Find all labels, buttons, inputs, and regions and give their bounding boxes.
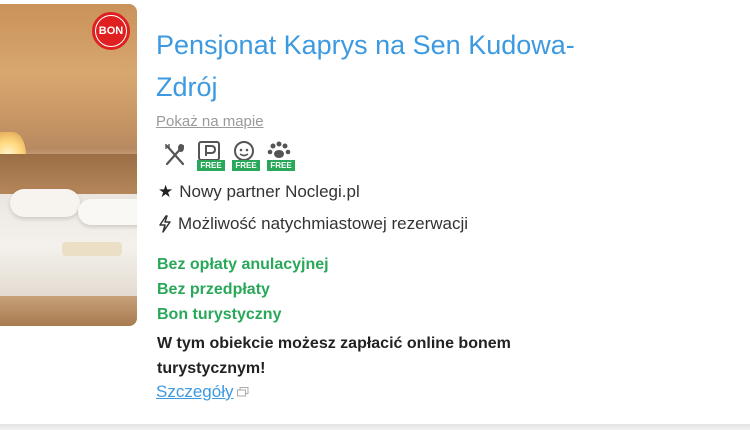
listing-title[interactable]: Pensjonat Kaprys na Sen Kudowa-Zdrój [156,24,616,108]
amenities-list: FREE FREE FREE [160,140,295,171]
details-link[interactable]: Szczegóły [156,382,233,402]
show-on-map-link[interactable]: Pokaż na mapie [156,113,264,130]
bon-badge-label: BON [96,16,126,46]
bon-badge: BON [92,12,130,50]
restaurant-icon [165,144,185,166]
voucher-info: W tym obiekcie możesz zapłacić online bo… [157,335,511,377]
photo-towel [62,242,122,256]
amenity-pets: FREE [265,140,295,171]
photo-headboard [0,154,137,194]
photo-pillow [10,189,80,217]
no-prepayment: Bez przedpłaty [157,281,270,298]
listing-card: BON Pensjonat Kaprys na Sen Kudowa-Zdrój… [0,0,750,424]
free-label: FREE [232,160,260,171]
new-partner-text: Nowy partner Noclegi.pl [179,182,360,201]
amenity-restaurant [160,140,190,170]
new-partner-row: ★ Nowy partner Noclegi.pl [158,182,360,202]
free-label: FREE [267,160,295,171]
amenity-kids: FREE [230,140,260,171]
no-cancellation-fee: Bez opłaty anulacyjnej [157,256,329,273]
photo-floor [0,296,137,326]
card-shadow [0,424,750,430]
photo-pillow [78,199,137,225]
listing-photo[interactable] [0,4,137,326]
details-row: Szczegóły [156,382,249,402]
free-label: FREE [197,160,225,171]
instant-booking-row: Możliwość natychmiastowej rezerwacji [158,214,468,234]
lightning-icon [159,215,171,233]
star-icon: ★ [158,182,174,201]
external-window-icon [237,387,249,397]
instant-booking-text: Możliwość natychmiastowej rezerwacji [178,214,469,233]
tourist-voucher: Bon turystyczny [157,306,282,323]
amenity-parking: FREE [195,140,225,171]
